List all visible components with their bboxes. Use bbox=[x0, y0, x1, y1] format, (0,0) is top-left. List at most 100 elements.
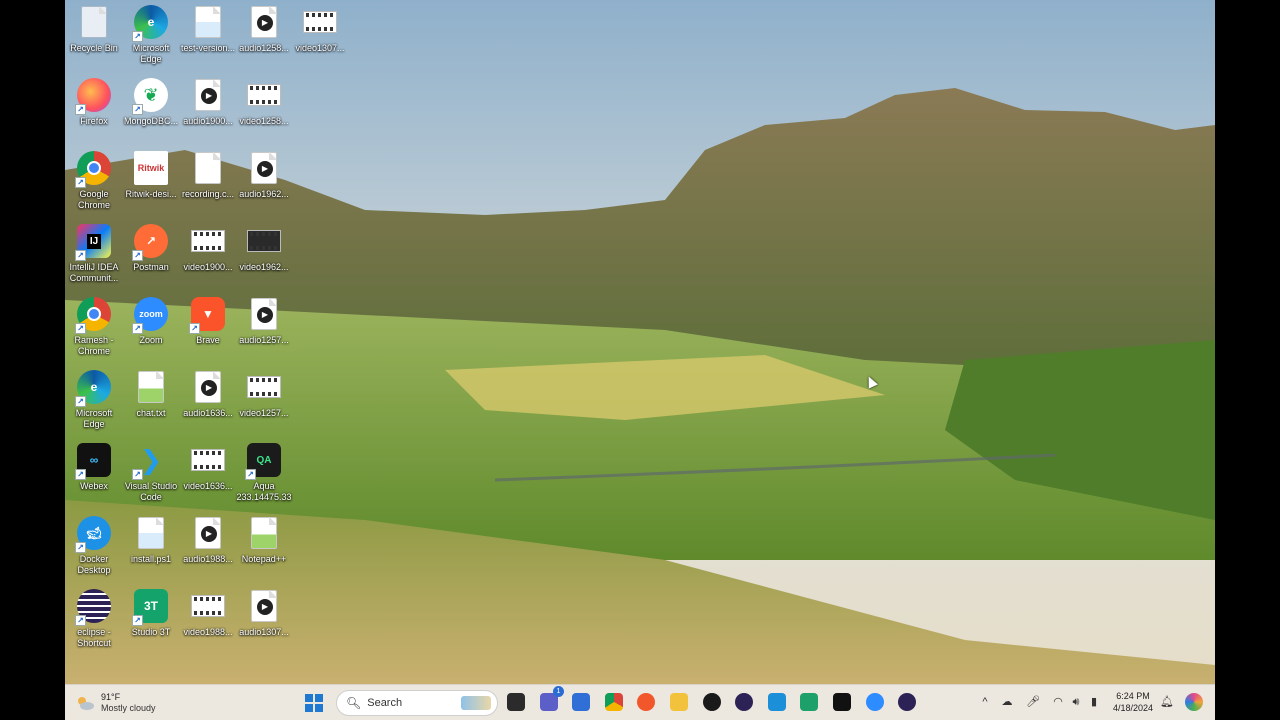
desktop-icon[interactable]: video1257... bbox=[235, 369, 293, 419]
desktop-icon[interactable]: ▶ audio1257... bbox=[235, 296, 293, 346]
clock-date: 4/18/2024 bbox=[1112, 703, 1154, 713]
taskbar-webex[interactable] bbox=[829, 689, 855, 715]
desktop-icon[interactable]: video1988... bbox=[179, 588, 237, 638]
desktop-icon[interactable]: ▶ audio1900... bbox=[179, 77, 237, 127]
aqua-icon: QA ↗ bbox=[245, 442, 282, 480]
desktop-icon-label: video1962... bbox=[239, 262, 289, 272]
desktop-icon-label: audio1257... bbox=[239, 335, 289, 345]
video-file-icon bbox=[302, 4, 338, 40]
text-file-icon bbox=[133, 369, 169, 405]
desktop-icon[interactable]: ↗ Firefox bbox=[65, 77, 123, 127]
wifi-icon[interactable]: ◠ bbox=[1050, 694, 1066, 710]
shortcut-arrow-icon: ↗ bbox=[75, 615, 86, 626]
desktop-icon-label: audio1258... bbox=[239, 43, 289, 53]
desktop-icon[interactable]: test-version... bbox=[179, 4, 237, 54]
desktop-icon[interactable]: ↗ ↗ Postman bbox=[122, 223, 180, 273]
desktop-icon[interactable]: ∞ ↗ Webex bbox=[65, 442, 123, 492]
desktop-icon[interactable]: ▶ audio1962... bbox=[235, 150, 293, 200]
battery-icon[interactable]: ▮ bbox=[1086, 694, 1102, 710]
desktop-icon-label: Aqua 233.14475.33 bbox=[236, 481, 292, 502]
taskbar-chat[interactable]: 1 bbox=[536, 686, 564, 715]
docker-icon: 🐋︎ ↗ bbox=[75, 515, 112, 553]
desktop-icon[interactable]: Notepad++ bbox=[235, 515, 293, 565]
desktop-icon[interactable]: ❦ ↗ MongoDBC... bbox=[122, 77, 180, 127]
desktop-icon[interactable]: video1307... bbox=[291, 4, 349, 54]
taskbar-eclipse-2[interactable] bbox=[894, 689, 920, 715]
terminal-icon bbox=[507, 693, 525, 711]
taskbar-dell[interactable] bbox=[699, 689, 725, 715]
taskbar-terminal[interactable] bbox=[503, 689, 529, 715]
desktop-icon[interactable]: recording.c... bbox=[179, 150, 237, 200]
desktop-icon[interactable]: Ritwik Ritwik-desi... bbox=[122, 150, 180, 200]
audio-file-icon: ▶ bbox=[190, 77, 226, 113]
video-file-icon bbox=[190, 442, 226, 478]
desktop-icon[interactable]: ▶ audio1988... bbox=[179, 515, 237, 565]
taskbar: 91°F Mostly cloudy 🔍︎ Search 1 ^ ☁ 🎤︎ ◠ … bbox=[65, 684, 1215, 720]
letterbox-left bbox=[0, 0, 65, 720]
clock[interactable]: 6:24 PM 4/18/2024 bbox=[1105, 690, 1161, 714]
desktop-icon[interactable]: video1962... bbox=[235, 223, 293, 273]
taskbar-app-blue[interactable] bbox=[764, 689, 790, 715]
desktop-icon-label: video1257... bbox=[239, 408, 289, 418]
chrome-icon: ↗ bbox=[75, 150, 112, 188]
desktop-icon-label: Visual Studio Code bbox=[124, 481, 178, 502]
desktop-icon[interactable]: install.ps1 bbox=[122, 515, 180, 565]
taskbar-zoom[interactable] bbox=[862, 689, 888, 715]
desktop-icon[interactable]: video1900... bbox=[179, 223, 237, 273]
taskbar-edge[interactable] bbox=[796, 689, 822, 715]
desktop-icon[interactable]: ↗ eclipse - Shortcut bbox=[65, 588, 123, 649]
desktop-icon[interactable]: ▶ audio1258... bbox=[235, 4, 293, 54]
windows-logo-icon bbox=[305, 694, 323, 712]
desktop-icon-label: Microsoft Edge bbox=[132, 43, 170, 64]
taskbar-firefox[interactable] bbox=[633, 689, 659, 715]
desktop-icon[interactable]: ↗ Ramesh - Chrome bbox=[65, 296, 123, 357]
desktop-icon[interactable]: 🐋︎ ↗ Docker Desktop bbox=[65, 515, 123, 576]
studio3t-icon: 3T ↗ bbox=[132, 588, 169, 626]
desktop-icon[interactable]: ↗ Google Chrome bbox=[65, 150, 123, 211]
dell-icon bbox=[703, 693, 721, 711]
audio-file-icon: ▶ bbox=[246, 588, 282, 624]
shortcut-arrow-icon: ↗ bbox=[132, 323, 143, 334]
taskbar-eclipse[interactable] bbox=[731, 689, 757, 715]
desktop-icon-label: Firefox bbox=[80, 116, 108, 126]
desktop-icon[interactable]: chat.txt bbox=[122, 369, 180, 419]
desktop-icon[interactable]: Recycle Bin bbox=[65, 4, 123, 54]
desktop-icon[interactable]: zoom ↗ Zoom bbox=[122, 296, 180, 346]
shortcut-arrow-icon: ↗ bbox=[75, 104, 86, 115]
desktop-icon[interactable]: QA ↗ Aqua 233.14475.33 bbox=[235, 442, 293, 503]
desktop-icon[interactable]: e ↗ Microsoft Edge bbox=[122, 4, 180, 65]
desktop-icon[interactable]: 3T ↗ Studio 3T bbox=[122, 588, 180, 638]
show-hidden-icons-icon[interactable]: ^ bbox=[977, 694, 993, 710]
desktop-icon[interactable]: ▶ audio1636... bbox=[179, 369, 237, 419]
microphone-icon[interactable]: 🎤︎ bbox=[1025, 694, 1041, 710]
desktop-icon-label: audio1636... bbox=[183, 408, 233, 418]
desktop[interactable]: Recycle Bin e ↗ Microsoft Edge test-version.… bbox=[65, 0, 1215, 684]
firefox-icon: ↗ bbox=[75, 77, 112, 115]
shortcut-arrow-icon: ↗ bbox=[132, 615, 143, 626]
weather-widget[interactable]: 91°F Mostly cloudy bbox=[75, 689, 185, 717]
desktop-icon-label: Zoom bbox=[139, 335, 163, 345]
start-button[interactable] bbox=[305, 689, 323, 717]
desktop-icon[interactable]: ❯ ↗ Visual Studio Code bbox=[122, 442, 180, 503]
eclipse-icon bbox=[735, 693, 753, 711]
copilot-icon[interactable] bbox=[1185, 693, 1203, 711]
desktop-icon[interactable]: ▶ audio1307... bbox=[235, 588, 293, 638]
desktop-icon[interactable]: video1258... bbox=[235, 77, 293, 127]
shortcut-arrow-icon: ↗ bbox=[75, 542, 86, 553]
desktop-icon-label: audio1962... bbox=[239, 189, 289, 199]
taskbar-store[interactable] bbox=[568, 689, 594, 715]
desktop-icon[interactable]: video1636... bbox=[179, 442, 237, 492]
postman-icon: ↗ ↗ bbox=[132, 223, 169, 261]
taskbar-explorer[interactable] bbox=[666, 689, 692, 715]
shortcut-arrow-icon: ↗ bbox=[132, 250, 143, 261]
desktop-icon[interactable]: ▼ ↗ Brave bbox=[179, 296, 237, 346]
speaker-icon[interactable]: 🔊︎ bbox=[1068, 694, 1084, 710]
taskbar-chrome[interactable] bbox=[601, 689, 627, 715]
network-off-icon[interactable]: ☁ bbox=[999, 694, 1015, 710]
taskbar-search-box[interactable]: 🔍︎ Search bbox=[336, 690, 498, 716]
desktop-icon[interactable]: e ↗ Microsoft Edge bbox=[65, 369, 123, 430]
notification-bell-icon[interactable]: 🔔︎ bbox=[1159, 694, 1175, 710]
desktop-icon[interactable]: IJ ↗ IntelliJ IDEA Communit... bbox=[65, 223, 123, 284]
desktop-icon-label: Notepad++ bbox=[241, 554, 287, 564]
desktop-icon-label: video1636... bbox=[183, 481, 233, 491]
